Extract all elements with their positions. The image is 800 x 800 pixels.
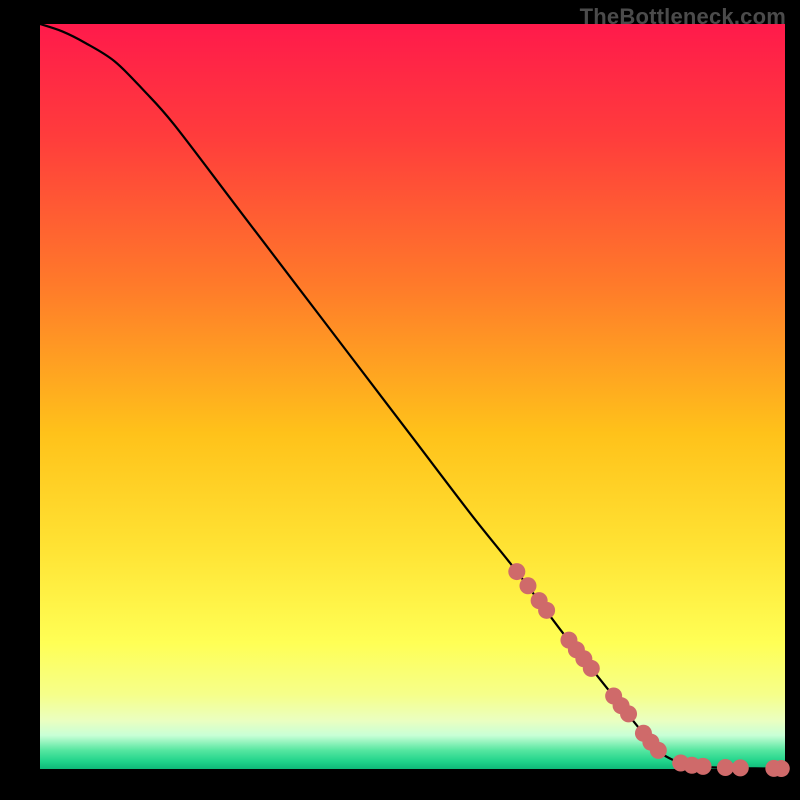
- plot-area: [40, 24, 785, 769]
- highlight-dot: [695, 758, 712, 775]
- highlight-dot: [538, 602, 555, 619]
- chart-stage: TheBottleneck.com: [0, 0, 800, 800]
- highlight-dot: [650, 742, 667, 759]
- watermark-label: TheBottleneck.com: [580, 4, 786, 30]
- highlight-dot: [583, 660, 600, 677]
- main-curve: [40, 24, 785, 769]
- highlight-dot: [773, 760, 790, 777]
- chart-svg: [40, 24, 785, 769]
- highlight-dot: [717, 759, 734, 776]
- highlight-dot: [732, 759, 749, 776]
- highlight-dot: [620, 705, 637, 722]
- highlight-dot: [508, 563, 525, 580]
- highlight-dot: [519, 577, 536, 594]
- highlight-dots: [508, 563, 789, 777]
